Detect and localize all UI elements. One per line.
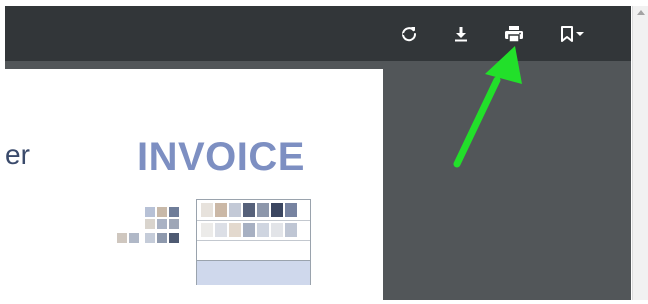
- total-row-highlight: [197, 260, 310, 285]
- pdf-viewer: er INVOICE: [5, 6, 631, 300]
- chevron-down-icon: [575, 29, 585, 39]
- invoice-title: INVOICE: [137, 135, 305, 179]
- print-icon: [504, 25, 524, 43]
- print-button[interactable]: [498, 18, 530, 50]
- download-icon: [452, 25, 470, 43]
- pdf-toolbar: [5, 6, 631, 61]
- scroll-up-icon[interactable]: [637, 10, 645, 15]
- bookmark-button[interactable]: [552, 18, 592, 50]
- download-button[interactable]: [445, 18, 477, 50]
- rotate-button[interactable]: [393, 18, 425, 50]
- rotate-icon: [400, 25, 418, 43]
- scrollbar[interactable]: [632, 6, 648, 300]
- bookmark-icon: [559, 25, 575, 43]
- pdf-page: er INVOICE: [5, 69, 383, 300]
- sender-name-fragment: er: [5, 139, 30, 170]
